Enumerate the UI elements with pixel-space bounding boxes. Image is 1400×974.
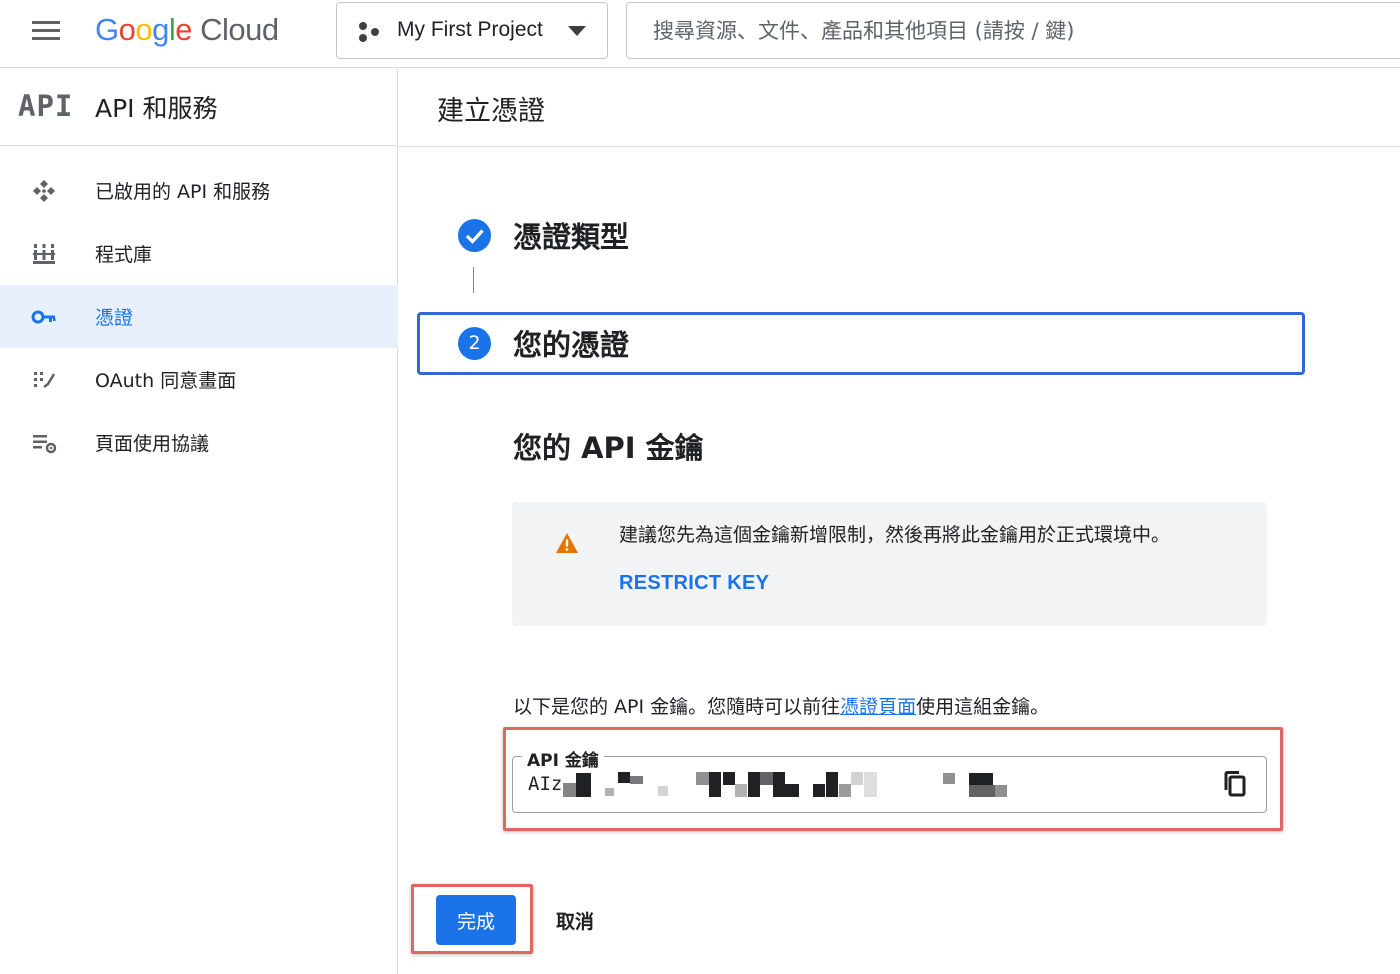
step-number-badge: 2 [458,327,491,360]
sidebar-header: API API 和服務 [0,69,398,146]
sidebar-item-enabled-apis[interactable]: 已啟用的 API 和服務 [0,159,398,222]
api-key-info-text: 以下是您的 API 金鑰。您隨時可以前往憑證頁面使用這組金鑰。 [513,692,1049,719]
step-your-credentials: 您的憑證 [513,328,630,362]
library-icon [33,244,55,264]
page-title: 建立憑證 [437,96,545,127]
project-picker[interactable]: My First Project [336,2,608,59]
project-name: My First Project [397,18,543,41]
copy-icon[interactable] [1223,770,1249,798]
info-text-prefix: 以下是您的 API 金鑰。您隨時可以前往 [513,696,841,718]
section-title: 您的 API 金鑰 [513,431,704,465]
credentials-page-link[interactable]: 憑證頁面 [840,696,916,718]
top-bar: Google Cloud My First Project [0,0,1400,68]
sidebar-item-credentials[interactable]: 憑證 [0,285,398,348]
api-key-value[interactable]: AIz [528,773,562,795]
warning-icon [556,533,578,553]
sidebar-item-page-usage-agreement[interactable]: 頁面使用協議 [0,411,398,474]
info-text-suffix: 使用這組金鑰。 [916,696,1050,718]
sidebar-item-label: OAuth 同意畫面 [95,370,237,392]
main-header: 建立憑證 [399,69,1400,147]
key-icon [31,310,56,324]
restriction-warning-card: 建議您先為這個金鑰新增限制，然後再將此金鑰用於正式環境中。 RESTRICT K… [512,502,1267,626]
page-usage-agreement-icon [33,435,57,454]
apis-icon [33,180,55,202]
sidebar-item-oauth-consent[interactable]: OAuth 同意畫面 [0,348,398,411]
api-key-field[interactable] [512,756,1267,813]
search-bar[interactable] [626,2,1400,59]
sidebar-item-label: 已啟用的 API 和服務 [95,181,271,203]
project-icon [359,22,381,42]
search-input[interactable] [653,15,1393,47]
done-button[interactable]: 完成 [436,895,516,945]
sidebar: API API 和服務 已啟用的 API 和服務 程式庫 憑證 OAuth 同意… [0,69,398,974]
sidebar-title: API 和服務 [95,94,218,123]
oauth-consent-icon [34,372,56,388]
dropdown-caret-icon [568,26,586,36]
main-menu-icon[interactable] [30,19,62,43]
sidebar-item-library[interactable]: 程式庫 [0,222,398,285]
sidebar-item-label: 憑證 [95,307,134,329]
step-connector [473,267,474,293]
sidebar-nav: 已啟用的 API 和服務 程式庫 憑證 OAuth 同意畫面 頁面使用協議 [0,159,398,474]
sidebar-item-label: 頁面使用協議 [95,433,210,455]
step-credential-type[interactable]: 憑證類型 [513,214,629,256]
restrict-key-button[interactable]: RESTRICT KEY [619,572,769,595]
step-complete-check-icon [458,219,491,252]
cancel-button[interactable]: 取消 [540,895,610,945]
google-cloud-logo[interactable]: Google Cloud [95,10,279,50]
warning-text: 建議您先為這個金鑰新增限制，然後再將此金鑰用於正式環境中。 [619,524,1171,546]
api-key-label: API 金鑰 [522,746,604,771]
sidebar-item-label: 程式庫 [95,244,153,266]
api-logo: API [18,89,74,123]
